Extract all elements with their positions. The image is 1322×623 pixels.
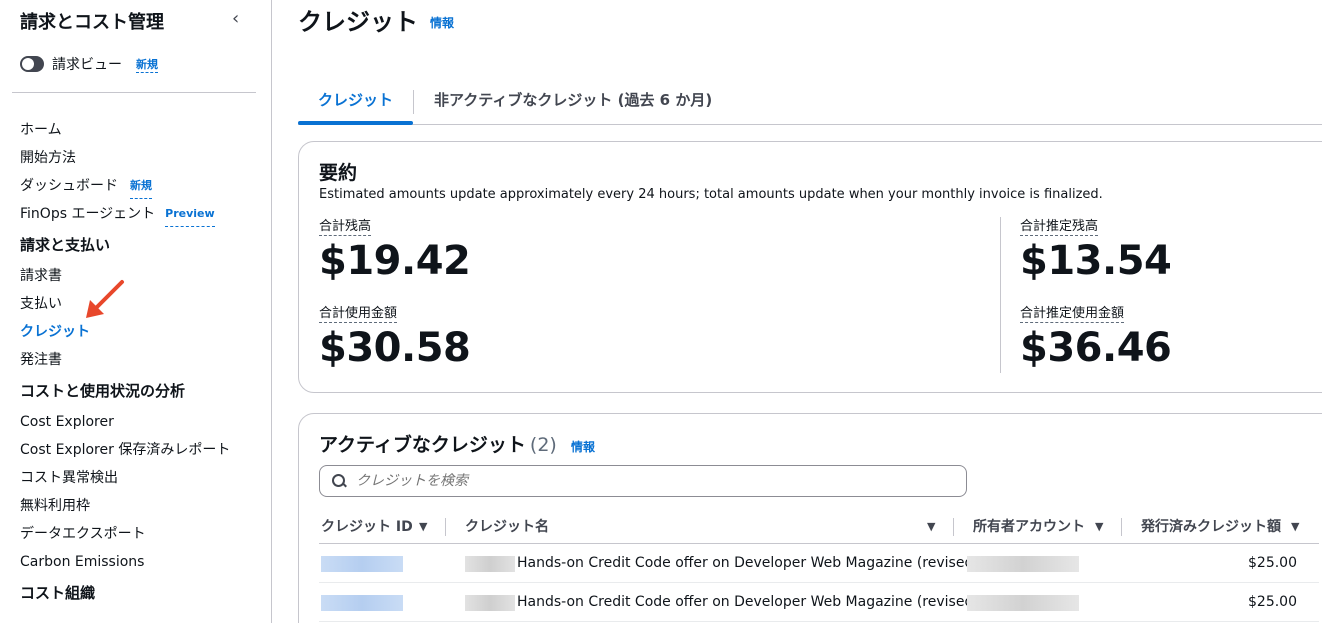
sidebar-item-label: コスト異常検出 bbox=[20, 470, 118, 486]
sidebar-section-cost-analysis: コストと使用状況の分析 bbox=[20, 382, 186, 400]
credit-name-cell: Hands-on Credit Code offer on Developer … bbox=[517, 555, 979, 571]
sidebar: 請求とコスト管理 ‹ 請求ビュー 新規 ホーム 開始方法 ダッシュボード 新規 F… bbox=[0, 0, 272, 623]
sidebar-section-cost-organization: コスト組織 bbox=[20, 584, 96, 602]
estimated-balance-value: $13.54 bbox=[1020, 238, 1172, 284]
column-header-issued-amount[interactable]: 発行済みクレジット額 bbox=[1141, 510, 1281, 544]
sidebar-item-anomaly-detection[interactable]: コスト異常検出 bbox=[20, 464, 260, 492]
total-balance-value: $19.42 bbox=[319, 238, 471, 284]
redacted-block bbox=[465, 595, 515, 611]
credit-search bbox=[319, 465, 967, 497]
new-badge: 新規 bbox=[136, 57, 158, 73]
column-header-credit-id[interactable]: クレジット ID bbox=[321, 510, 413, 544]
sidebar-item-label: 請求書 bbox=[20, 268, 62, 284]
sidebar-item-payments[interactable]: 支払い bbox=[20, 290, 260, 318]
sidebar-item-label: Carbon Emissions bbox=[20, 554, 145, 570]
summary-title: 要約 bbox=[319, 162, 358, 184]
owner-account-redacted bbox=[967, 556, 1079, 572]
sort-down-icon[interactable]: ▼ bbox=[1291, 510, 1299, 544]
sidebar-item-label: Cost Explorer bbox=[20, 414, 114, 430]
tab-inactive-credits[interactable]: 非アクティブなクレジット (過去 6 か月) bbox=[414, 78, 732, 124]
preview-badge: Preview bbox=[165, 202, 215, 227]
sidebar-item-label: ダッシュボード bbox=[20, 178, 118, 194]
page-title: クレジット bbox=[298, 8, 418, 36]
chevron-left-icon[interactable]: ‹ bbox=[232, 8, 239, 29]
search-icon bbox=[332, 474, 346, 488]
column-separator bbox=[445, 518, 446, 536]
active-credits-title: アクティブなクレジット (2) bbox=[319, 430, 557, 457]
estimated-usage-value: $36.46 bbox=[1020, 325, 1172, 371]
active-credits-title-text: アクティブなクレジット bbox=[319, 434, 526, 456]
credit-id-redacted[interactable] bbox=[321, 556, 403, 572]
sidebar-divider bbox=[12, 92, 256, 93]
credit-name-cell: Hands-on Credit Code offer on Developer … bbox=[517, 594, 979, 610]
redacted-block bbox=[465, 556, 515, 572]
active-credits-count: (2) bbox=[529, 434, 557, 456]
billing-view-label: 請求ビュー bbox=[52, 57, 122, 73]
credit-search-input[interactable] bbox=[356, 473, 936, 489]
table-row: Hands-on Credit Code offer on Developer … bbox=[319, 544, 1319, 583]
column-header-credit-name[interactable]: クレジット名 bbox=[465, 510, 549, 544]
sidebar-item-label: ホーム bbox=[20, 122, 62, 138]
active-credits-card: アクティブなクレジット(2) 情報 クレジット ID ▼ クレジット名 ▼ 所有… bbox=[298, 413, 1322, 623]
sidebar-item-label: 発注書 bbox=[20, 352, 62, 368]
tab-credits[interactable]: クレジット bbox=[298, 78, 414, 125]
column-separator bbox=[953, 518, 954, 536]
info-link[interactable]: 情報 bbox=[571, 438, 595, 455]
sidebar-item-label: 開始方法 bbox=[20, 150, 76, 166]
billing-view-toggle-row: 請求ビュー 新規 bbox=[20, 54, 158, 74]
sidebar-item-label: クレジット bbox=[20, 324, 90, 340]
tab-bar: クレジット 非アクティブなクレジット (過去 6 か月) bbox=[298, 78, 1322, 125]
issued-amount-cell: $25.00 bbox=[1248, 555, 1297, 571]
sidebar-item-label: Cost Explorer 保存済みレポート bbox=[20, 442, 231, 458]
sidebar-item-credits[interactable]: クレジット bbox=[20, 318, 260, 346]
sidebar-item-home[interactable]: ホーム bbox=[20, 116, 260, 144]
sidebar-title: 請求とコスト管理 bbox=[20, 12, 164, 33]
total-usage-value: $30.58 bbox=[319, 325, 471, 371]
estimated-usage-label[interactable]: 合計推定使用金額 bbox=[1020, 306, 1125, 323]
sidebar-item-bills[interactable]: 請求書 bbox=[20, 262, 260, 290]
sort-down-icon[interactable]: ▼ bbox=[927, 510, 935, 544]
total-balance-label[interactable]: 合計残高 bbox=[319, 219, 372, 236]
table-row: Hands-on Credit Code offer on Developer … bbox=[319, 583, 1319, 622]
summary-divider bbox=[1000, 217, 1001, 373]
issued-amount-cell: $25.00 bbox=[1248, 594, 1297, 610]
column-separator bbox=[1121, 518, 1122, 536]
sidebar-item-label: FinOps エージェント bbox=[20, 206, 156, 222]
main-content: クレジット 情報 クレジット 非アクティブなクレジット (過去 6 か月) 要約… bbox=[298, 0, 1322, 623]
new-badge: 新規 bbox=[130, 174, 152, 199]
sidebar-item-dashboard[interactable]: ダッシュボード 新規 bbox=[20, 172, 260, 200]
sort-down-icon[interactable]: ▼ bbox=[419, 510, 427, 544]
credit-id-redacted[interactable] bbox=[321, 595, 403, 611]
owner-account-redacted bbox=[967, 595, 1079, 611]
sidebar-item-cost-explorer[interactable]: Cost Explorer bbox=[20, 408, 260, 436]
estimated-balance-label[interactable]: 合計推定残高 bbox=[1020, 219, 1099, 236]
sidebar-item-label: データエクスポート bbox=[20, 526, 146, 542]
sidebar-nav: ホーム 開始方法 ダッシュボード 新規 FinOps エージェント Preview … bbox=[20, 116, 260, 610]
column-header-owner-account[interactable]: 所有者アカウント bbox=[973, 510, 1085, 544]
sidebar-section-billing-payments: 請求と支払い bbox=[20, 236, 111, 254]
annotation-arrow-icon bbox=[86, 280, 124, 318]
sidebar-item-saved-reports[interactable]: Cost Explorer 保存済みレポート bbox=[20, 436, 260, 464]
sort-down-icon[interactable]: ▼ bbox=[1095, 510, 1103, 544]
sidebar-item-label: 無料利用枠 bbox=[20, 498, 90, 514]
sidebar-item-label: 支払い bbox=[20, 296, 62, 312]
summary-card: 要約 Estimated amounts update approximatel… bbox=[298, 141, 1322, 393]
sidebar-item-free-tier[interactable]: 無料利用枠 bbox=[20, 492, 260, 520]
sidebar-item-data-exports[interactable]: データエクスポート bbox=[20, 520, 260, 548]
table-header: クレジット ID ▼ クレジット名 ▼ 所有者アカウント ▼ 発行済みクレジット… bbox=[319, 510, 1319, 544]
sidebar-item-finops-agent[interactable]: FinOps エージェント Preview bbox=[20, 200, 260, 228]
sidebar-item-getting-started[interactable]: 開始方法 bbox=[20, 144, 260, 172]
sidebar-item-purchase-orders[interactable]: 発注書 bbox=[20, 346, 260, 374]
info-link[interactable]: 情報 bbox=[430, 14, 454, 31]
sidebar-item-carbon-emissions[interactable]: Carbon Emissions bbox=[20, 548, 260, 576]
summary-description: Estimated amounts update approximately e… bbox=[319, 187, 1103, 202]
total-usage-label[interactable]: 合計使用金額 bbox=[319, 306, 398, 323]
billing-view-toggle[interactable] bbox=[20, 56, 44, 72]
